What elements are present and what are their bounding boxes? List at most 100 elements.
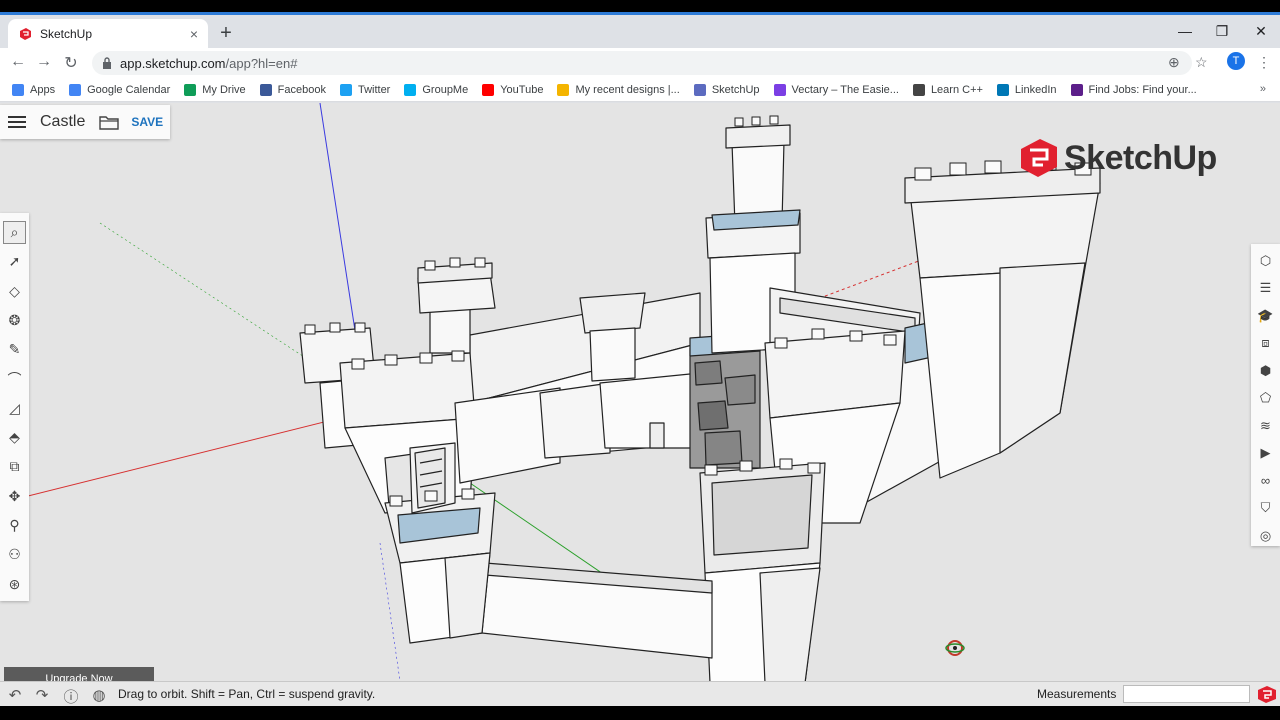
measurements-input[interactable] (1123, 685, 1250, 703)
select-tool-icon[interactable]: ➚ (3, 250, 26, 273)
document-title[interactable]: Castle (40, 113, 85, 131)
bookmark-icon (1070, 83, 1083, 96)
bookmark-star-icon[interactable]: ☆ (1195, 54, 1208, 71)
folder-icon[interactable] (99, 114, 120, 130)
add-icon[interactable]: ⊕ (1168, 54, 1180, 71)
forward-button[interactable]: → (34, 53, 54, 71)
upgrade-now-button[interactable]: Upgrade Now (4, 667, 154, 681)
tab-strip: SketchUp × + — ❐ ✕ (0, 12, 1280, 48)
tab-close-icon[interactable]: × (190, 26, 198, 42)
bookmark-icon (557, 83, 570, 96)
bookmark-item[interactable]: GroupMe (404, 83, 469, 96)
pencil-tool-icon[interactable]: ✎ (3, 338, 26, 361)
3d-viewport[interactable]: Castle SAVE ⌕ ➚ ◇ ❂ ✎ ⌒ ◿ ⬘ ⧉ ✥ ⚲ ⚇ ⊛ ⬡ ☰ 🎓 ⧈ ⬢ ⬠ ≋ ▶ ∞ ⛉ ◎ Sk… (0, 103, 1280, 681)
bookmark-item[interactable]: Apps (12, 83, 56, 96)
bookmark-item[interactable]: My Drive (184, 83, 246, 96)
redo-icon[interactable]: ↷ (32, 686, 52, 704)
status-bar: ↶ ↷ ⓘ ◍ Drag to orbit. Shift = Pan, Ctrl… (0, 681, 1280, 706)
undo-icon[interactable]: ↶ (5, 686, 25, 704)
bookmark-label: Vectary – The Easie... (791, 83, 899, 96)
instructor-icon[interactable]: 🎓 (1255, 305, 1276, 326)
components-icon[interactable]: ⧈ (1255, 333, 1276, 354)
left-toolbar: ⌕ ➚ ◇ ❂ ✎ ⌒ ◿ ⬘ ⧉ ✥ ⚲ ⚇ ⊛ (0, 213, 29, 601)
offset-tool-icon[interactable]: ⧉ (3, 455, 26, 478)
tab-sketchup[interactable]: SketchUp × (8, 19, 208, 48)
push-pull-tool-icon[interactable]: ⬘ (3, 426, 26, 449)
bookmark-icon (773, 83, 786, 96)
paint-tool-icon[interactable]: ❂ (3, 309, 26, 332)
sketchup-status-logo-icon (1258, 686, 1276, 703)
save-button[interactable]: SAVE (131, 115, 163, 129)
bookmark-item[interactable]: Find Jobs: Find your... (1070, 83, 1197, 96)
orbit-cursor (945, 640, 965, 656)
bookmark-icon (693, 83, 706, 96)
url-host: app.sketchup.com (120, 55, 226, 71)
eraser-tool-icon[interactable]: ◇ (3, 280, 26, 303)
materials-icon[interactable]: ⬢ (1255, 360, 1276, 381)
rectangle-tool-icon[interactable]: ◿ (3, 397, 26, 420)
bookmark-item[interactable]: Twitter (339, 83, 391, 96)
walk-tool-icon[interactable]: ⚇ (3, 543, 26, 566)
display-icon[interactable]: ∞ (1255, 470, 1276, 491)
bookmark-label: YouTube (500, 83, 544, 96)
search-tool-icon[interactable]: ⌕ (3, 221, 26, 244)
bookmark-label: SketchUp (711, 83, 760, 96)
bookmark-item[interactable]: LinkedIn (996, 83, 1057, 96)
bookmark-item[interactable]: SketchUp (693, 83, 760, 96)
avatar[interactable]: T (1227, 52, 1245, 70)
styles-icon[interactable]: ⬠ (1255, 388, 1276, 409)
window-close-button[interactable]: ✕ (1246, 23, 1276, 40)
bookmark-icon (996, 83, 1009, 96)
move-tool-icon[interactable]: ✥ (3, 485, 26, 508)
scenes-icon[interactable]: ▶ (1255, 443, 1276, 464)
back-button[interactable]: ← (8, 53, 28, 71)
bookmark-item[interactable]: YouTube (482, 83, 544, 96)
hamburger-menu-icon[interactable] (8, 113, 26, 131)
bookmark-item[interactable]: Facebook (259, 83, 326, 96)
bookmark-label: LinkedIn (1014, 83, 1057, 96)
bookmark-icon (69, 83, 82, 96)
bookmark-item[interactable]: Learn C++ (912, 83, 983, 96)
bookmark-label: Apps (30, 83, 56, 96)
sketchup-favicon-icon (20, 27, 31, 40)
bookmark-icon (339, 83, 352, 96)
restore-button[interactable]: ❐ (1207, 23, 1237, 40)
bookmark-label: GroupMe (422, 83, 469, 96)
bookmarks-overflow-icon[interactable]: » (1260, 83, 1266, 95)
logo-text: SketchUp (1064, 138, 1217, 177)
bookmark-icon (912, 83, 925, 96)
new-tab-button[interactable]: + (216, 23, 236, 43)
bookmark-icon (12, 83, 24, 96)
lock-icon (103, 57, 111, 69)
bookmark-item[interactable]: Google Calendar (69, 83, 170, 96)
bookmark-label: Find Jobs: Find your... (1088, 83, 1197, 96)
bookmark-label: My Drive (202, 83, 246, 96)
bookmark-icon (184, 83, 197, 96)
url-input[interactable]: app.sketchup.com/app?hl=en# (92, 51, 1192, 75)
extension-icon[interactable]: ◎ (1255, 525, 1276, 546)
language-globe-icon[interactable]: ◍ (89, 686, 109, 704)
bookmark-item[interactable]: My recent designs |... (557, 83, 680, 96)
measurements-label: Measurements (1037, 687, 1117, 701)
sketchup-logo: SketchUp (1018, 137, 1217, 179)
address-bar-row: ← → ↻ app.sketchup.com/app?hl=en# ⊕ ☆ T … (0, 48, 1280, 78)
status-hint: Drag to orbit. Shift = Pan, Ctrl = suspe… (118, 687, 376, 701)
bookmark-item[interactable]: Vectary – The Easie... (773, 83, 899, 96)
entity-info-icon[interactable]: ⬡ (1255, 250, 1276, 271)
arc-tool-icon[interactable]: ⌒ (3, 368, 26, 391)
help-icon[interactable]: ⓘ (61, 686, 81, 706)
right-panel-toolbar: ⬡ ☰ 🎓 ⧈ ⬢ ⬠ ≋ ▶ ∞ ⛉ ◎ (1251, 244, 1280, 546)
bookmark-label: Twitter (357, 83, 391, 96)
bookmark-label: Learn C++ (930, 83, 983, 96)
url-path: /app?hl=en# (225, 55, 298, 71)
orbit-tool-icon[interactable]: ⊛ (3, 573, 26, 596)
tape-measure-tool-icon[interactable]: ⚲ (3, 514, 26, 537)
layers-icon[interactable]: ≋ (1255, 415, 1276, 436)
outliner-icon[interactable]: ☰ (1255, 278, 1276, 299)
minimize-button[interactable]: — (1170, 23, 1200, 39)
solid-inspector-icon[interactable]: ⛉ (1255, 498, 1276, 519)
castle-model (0, 103, 1101, 681)
bookmarks-bar: Apps Google Calendar My Drive Facebook Twitt… (0, 78, 1280, 102)
more-menu-icon[interactable]: ⋮ (1257, 54, 1271, 71)
reload-button[interactable]: ↻ (61, 53, 81, 73)
